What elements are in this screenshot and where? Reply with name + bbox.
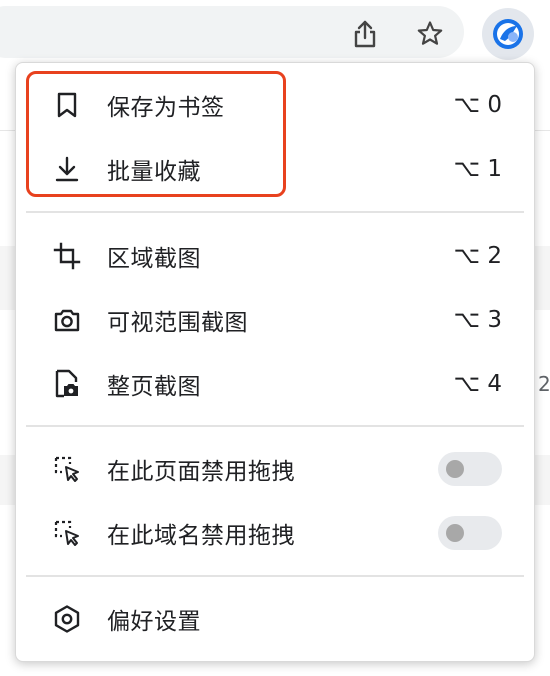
- menu-item-label: 偏好设置: [107, 609, 201, 635]
- menu-item-shortcut: ⌥ 2: [453, 243, 502, 269]
- menu-item-area-screenshot[interactable]: 区域截图 ⌥ 2: [16, 228, 534, 284]
- page-text-fragment: 2: [538, 372, 550, 396]
- menu-item-label: 整页截图: [107, 374, 201, 400]
- menu-item-label: 在此页面禁用拖拽: [107, 459, 295, 485]
- bookmark-star-icon: [417, 21, 443, 45]
- menu-item-visible-screenshot[interactable]: 可视范围截图 ⌥ 3: [16, 292, 534, 348]
- menu-item-save-bookmark[interactable]: 保存为书签 ⌥ 0: [16, 77, 534, 133]
- menu-divider: [26, 575, 524, 577]
- extension-popup-menu: 保存为书签 ⌥ 0 批量收藏 ⌥ 1 区域截图 ⌥ 2 可视范围截图 ⌥ 3 整…: [15, 62, 535, 662]
- browser-toolbar: [0, 0, 550, 62]
- menu-item-shortcut: ⌥ 3: [453, 307, 502, 333]
- bookmark-icon: [52, 90, 82, 120]
- settings-hexagon-icon: [52, 604, 82, 634]
- menu-item-shortcut: ⌥ 0: [453, 92, 502, 118]
- menu-item-batch-collect[interactable]: 批量收藏 ⌥ 1: [16, 141, 534, 197]
- menu-item-label: 区域截图: [107, 246, 201, 272]
- disable-drag-domain-toggle[interactable]: [438, 516, 502, 550]
- toggle-knob: [446, 524, 464, 542]
- menu-item-label: 保存为书签: [107, 95, 225, 121]
- toggle-knob: [446, 460, 464, 478]
- menu-item-label: 可视范围截图: [107, 310, 248, 336]
- extension-button[interactable]: [482, 8, 534, 60]
- drag-select-icon: [52, 518, 82, 548]
- camera-icon: [52, 305, 82, 335]
- extension-logo-icon: [493, 19, 523, 49]
- address-bar[interactable]: [0, 6, 464, 58]
- menu-item-fullpage-screenshot[interactable]: 整页截图 ⌥ 4: [16, 356, 534, 412]
- drag-select-icon: [52, 454, 82, 484]
- menu-item-label: 在此域名禁用拖拽: [107, 523, 295, 549]
- download-icon: [52, 154, 82, 184]
- crop-icon: [52, 241, 82, 271]
- menu-item-shortcut: ⌥ 4: [453, 371, 502, 397]
- menu-item-preferences[interactable]: 偏好设置: [16, 591, 534, 647]
- menu-item-shortcut: ⌥ 1: [453, 156, 502, 182]
- menu-item-disable-drag-domain[interactable]: 在此域名禁用拖拽: [16, 505, 534, 561]
- share-icon: [354, 20, 376, 48]
- fullpage-screenshot-icon: [52, 369, 82, 399]
- bookmark-star-button[interactable]: [412, 16, 448, 52]
- menu-divider: [26, 211, 524, 213]
- menu-divider: [26, 425, 524, 427]
- menu-item-label: 批量收藏: [107, 159, 201, 185]
- share-button[interactable]: [347, 16, 383, 52]
- disable-drag-page-toggle[interactable]: [438, 452, 502, 486]
- menu-item-disable-drag-page[interactable]: 在此页面禁用拖拽: [16, 441, 534, 497]
